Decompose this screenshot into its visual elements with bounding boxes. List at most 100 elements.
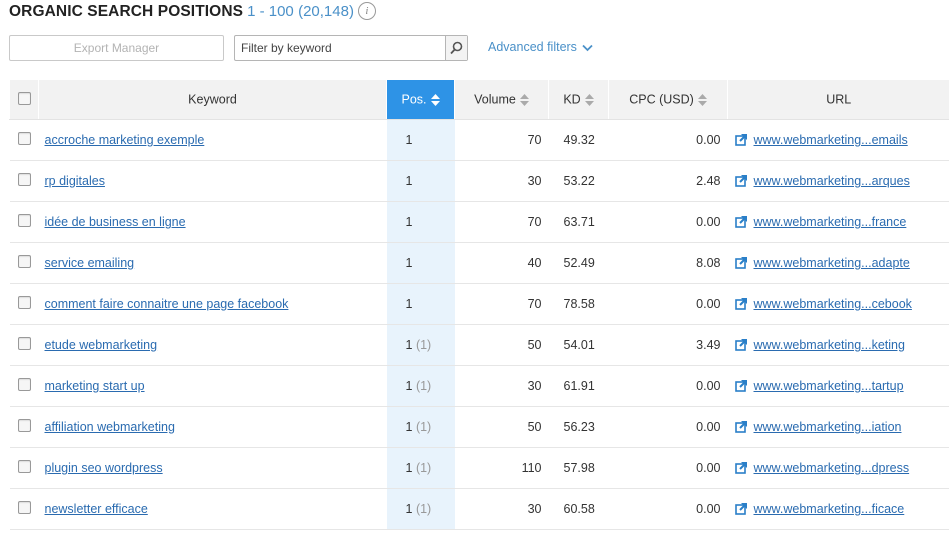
advanced-filters-toggle[interactable]: Advanced filters: [488, 38, 594, 56]
keyword-cell: newsletter efficace: [38, 488, 387, 530]
column-header-pos[interactable]: Pos.: [386, 80, 455, 120]
external-link-icon[interactable]: [734, 256, 748, 269]
url-link[interactable]: www.webmarketing...tartup: [754, 379, 904, 393]
external-link-icon[interactable]: [734, 338, 748, 351]
url-link[interactable]: www.webmarketing...ficace: [754, 502, 905, 516]
table-row: etude webmarketing 1 (1) 50 54.01 3.49 www.we…: [9, 324, 949, 366]
info-icon[interactable]: i: [357, 2, 376, 20]
keyword-link[interactable]: service emailing: [45, 256, 135, 270]
keyword-link[interactable]: idée de business en ligne: [45, 215, 186, 229]
row-checkbox[interactable]: [17, 296, 31, 309]
keyword-link[interactable]: etude webmarketing: [45, 338, 158, 352]
table-row: accroche marketing exemple 1 70 49.32 0.00 w…: [9, 119, 949, 161]
external-link-icon[interactable]: [734, 215, 748, 228]
column-header-kd[interactable]: KD: [548, 80, 609, 120]
external-link-icon[interactable]: [734, 420, 748, 433]
export-manager-button[interactable]: Export Manager: [9, 35, 224, 61]
external-link-icon[interactable]: [734, 461, 748, 474]
row-checkbox[interactable]: [17, 378, 31, 391]
cpc-cell: 0.00: [608, 488, 728, 530]
row-select-cell: [9, 160, 39, 202]
previous-position: (1): [415, 379, 432, 393]
row-select-cell: [9, 119, 39, 161]
url-link[interactable]: www.webmarketing...france: [754, 215, 907, 229]
table-row: comment faire connaitre une page faceboo…: [9, 283, 949, 325]
filter-keyword-input[interactable]: [235, 36, 440, 60]
volume-cell: 50: [454, 406, 549, 448]
url-link[interactable]: www.webmarketing...iation: [754, 420, 902, 434]
previous-position: (1): [415, 338, 432, 352]
position-cell: 1 (1): [386, 447, 455, 489]
external-link-icon[interactable]: [734, 297, 748, 310]
position-cell: 1: [386, 242, 455, 284]
row-checkbox[interactable]: [17, 501, 31, 514]
row-checkbox[interactable]: [17, 337, 31, 350]
keyword-cell: marketing start up: [38, 365, 387, 407]
column-header-cpc[interactable]: CPC (USD): [608, 80, 728, 120]
external-link-icon[interactable]: [734, 379, 748, 392]
row-select-cell: [9, 365, 39, 407]
volume-cell: 30: [454, 488, 549, 530]
search-icon: [450, 41, 463, 55]
position-value: 1: [405, 297, 413, 311]
cpc-cell: 0.00: [608, 201, 728, 243]
volume-cell: 30: [454, 365, 549, 407]
url-link[interactable]: www.webmarketing...keting: [754, 338, 905, 352]
url-link[interactable]: www.webmarketing...adapte: [754, 256, 910, 270]
kd-cell: 63.71: [548, 201, 609, 243]
row-checkbox[interactable]: [17, 132, 31, 145]
row-checkbox[interactable]: [17, 173, 31, 186]
advanced-filters-label: Advanced filters: [488, 40, 577, 54]
keyword-link[interactable]: plugin seo wordpress: [45, 461, 163, 475]
column-header-url: URL: [727, 80, 949, 120]
organic-positions-table: Keyword Pos. Volume KD CPC (USD) URL acc…: [9, 80, 949, 530]
sort-icon: [584, 93, 594, 106]
position-cell: 1: [386, 283, 455, 325]
search-button[interactable]: [445, 36, 467, 60]
result-range: 1 - 100: [247, 3, 294, 20]
keyword-link[interactable]: comment faire connaitre une page faceboo…: [45, 297, 289, 311]
keyword-link[interactable]: affiliation webmarketing: [45, 420, 175, 434]
position-cell: 1 (1): [386, 365, 455, 407]
position-value: 1: [405, 502, 413, 516]
row-checkbox[interactable]: [17, 255, 31, 268]
volume-cell: 40: [454, 242, 549, 284]
volume-cell: 70: [454, 201, 549, 243]
keyword-link[interactable]: accroche marketing exemple: [45, 133, 205, 147]
row-checkbox[interactable]: [17, 419, 31, 432]
keyword-link[interactable]: rp digitales: [45, 174, 105, 188]
volume-cell: 50: [454, 324, 549, 366]
table-row: marketing start up 1 (1) 30 61.91 0.00 www.we…: [9, 365, 949, 407]
row-checkbox[interactable]: [17, 460, 31, 473]
external-link-icon[interactable]: [734, 502, 748, 515]
row-checkbox[interactable]: [17, 214, 31, 227]
position-value: 1: [405, 379, 413, 393]
row-select-cell: [9, 242, 39, 284]
url-link[interactable]: www.webmarketing...cebook: [754, 297, 912, 311]
url-link[interactable]: www.webmarketing...arques: [754, 174, 910, 188]
table-row: idée de business en ligne 1 70 63.71 0.00 ww…: [9, 201, 949, 243]
keyword-cell: etude webmarketing: [38, 324, 387, 366]
keyword-link[interactable]: marketing start up: [45, 379, 145, 393]
url-cell: www.webmarketing...france: [727, 201, 949, 243]
previous-position: (1): [415, 461, 432, 475]
volume-cell: 70: [454, 119, 549, 161]
table-header-row: Keyword Pos. Volume KD CPC (USD) URL: [9, 80, 949, 120]
url-link[interactable]: www.webmarketing...dpress: [754, 461, 910, 475]
select-all-cell: [9, 80, 39, 120]
table-row: rp digitales 1 30 53.22 2.48 www.webmarketin…: [9, 160, 949, 202]
kd-cell: 56.23: [548, 406, 609, 448]
column-header-keyword: Keyword: [38, 80, 387, 120]
sort-icon: [519, 93, 529, 106]
cpc-cell: 0.00: [608, 283, 728, 325]
select-all-checkbox[interactable]: [17, 91, 31, 105]
external-link-icon[interactable]: [734, 133, 748, 146]
position-value: 1: [405, 256, 413, 270]
position-value: 1: [405, 420, 413, 434]
url-cell: www.webmarketing...adapte: [727, 242, 949, 284]
url-cell: www.webmarketing...arques: [727, 160, 949, 202]
column-header-volume[interactable]: Volume: [454, 80, 549, 120]
external-link-icon[interactable]: [734, 174, 748, 187]
url-link[interactable]: www.webmarketing...emails: [754, 133, 908, 147]
keyword-link[interactable]: newsletter efficace: [45, 502, 148, 516]
